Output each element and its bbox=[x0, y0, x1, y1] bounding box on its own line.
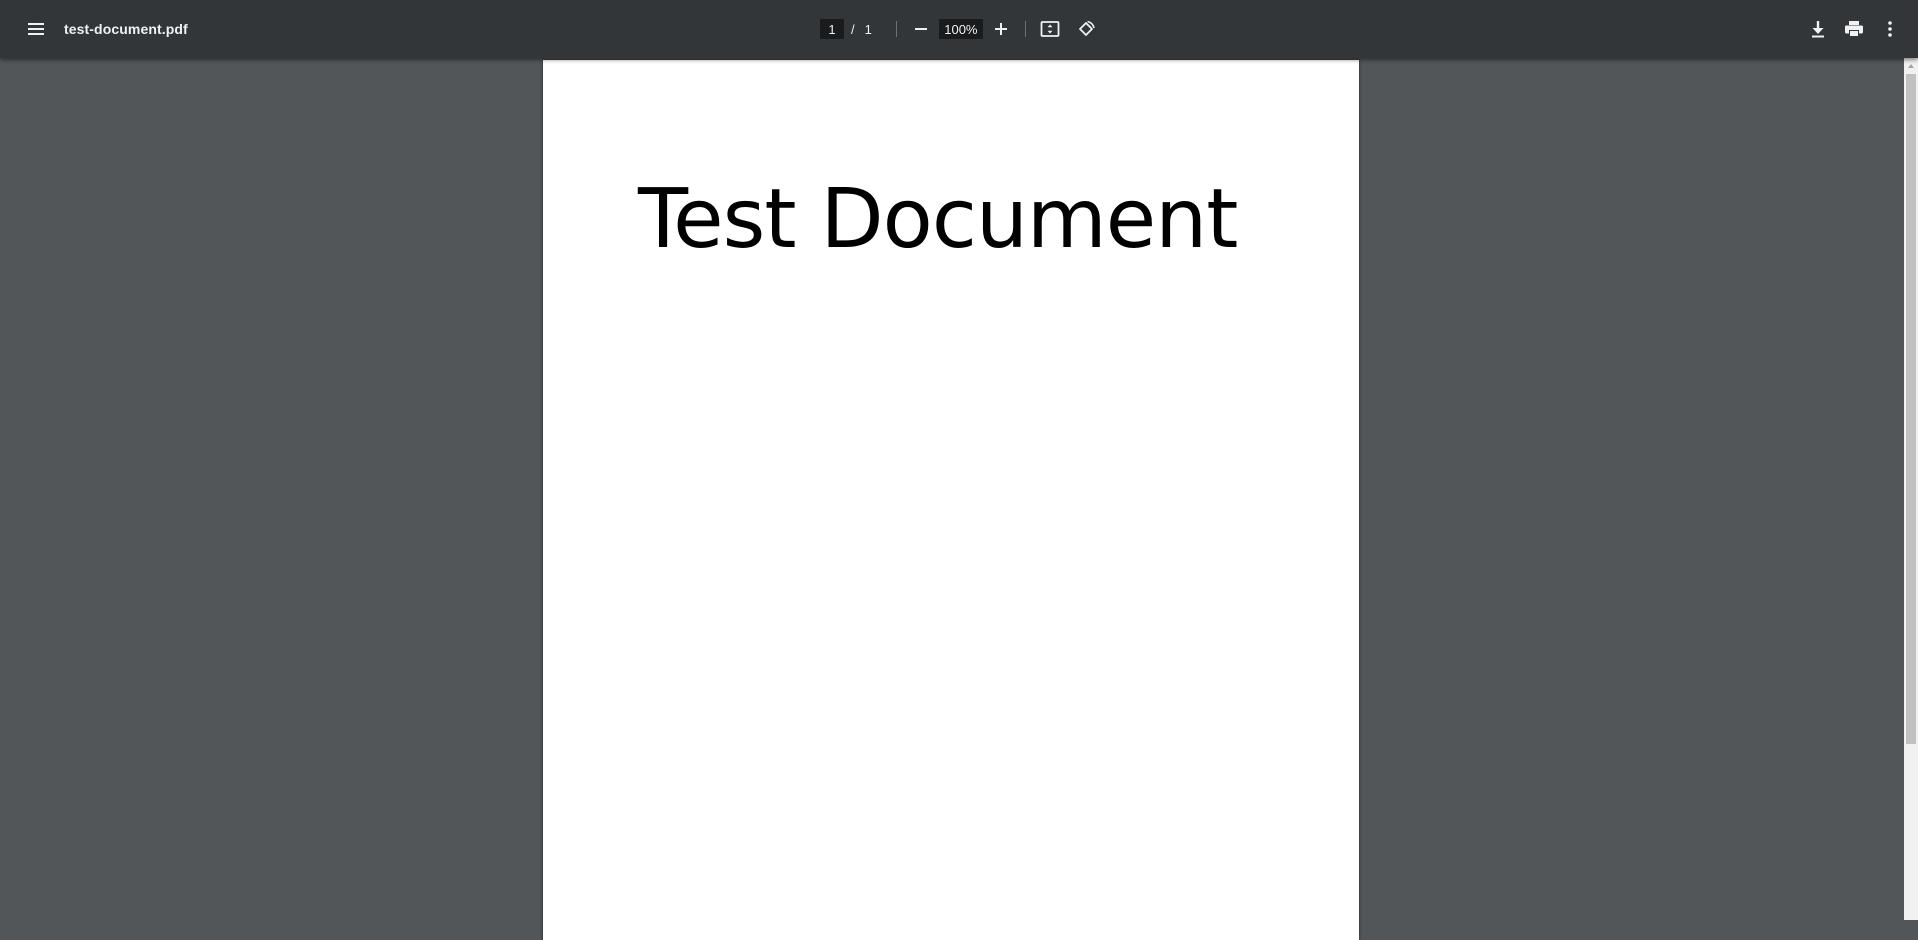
print-icon bbox=[1844, 20, 1864, 38]
fit-to-page-icon bbox=[1040, 20, 1060, 38]
scroll-up-arrow[interactable] bbox=[1904, 58, 1918, 72]
vertical-scrollbar[interactable] bbox=[1904, 58, 1918, 920]
page-separator: / bbox=[851, 21, 855, 37]
pdf-toolbar: test-document.pdf / 1 bbox=[0, 0, 1918, 58]
pdf-viewer-area[interactable]: Test Document bbox=[0, 58, 1904, 940]
minus-icon bbox=[914, 22, 928, 36]
page-total: 1 bbox=[864, 21, 872, 37]
toolbar-right-group bbox=[1800, 0, 1908, 58]
toolbar-left-group: test-document.pdf bbox=[18, 0, 188, 58]
print-button[interactable] bbox=[1836, 11, 1872, 47]
zoom-in-button[interactable] bbox=[983, 11, 1019, 47]
toolbar-divider bbox=[1024, 21, 1026, 37]
zoom-level-input[interactable] bbox=[938, 19, 983, 39]
pdf-page: Test Document bbox=[543, 60, 1359, 940]
download-icon bbox=[1810, 20, 1826, 38]
download-button[interactable] bbox=[1800, 11, 1836, 47]
page-number-input[interactable] bbox=[820, 19, 844, 39]
plus-icon bbox=[994, 22, 1008, 36]
fit-to-page-button[interactable] bbox=[1032, 11, 1068, 47]
rotate-counterclockwise-icon bbox=[1076, 19, 1096, 39]
toolbar-divider bbox=[895, 21, 897, 37]
rotate-button[interactable] bbox=[1068, 11, 1104, 47]
more-actions-button[interactable] bbox=[1872, 11, 1908, 47]
document-title: test-document.pdf bbox=[64, 21, 188, 37]
toolbar-center-group: / 1 bbox=[820, 0, 1104, 58]
document-heading: Test Document bbox=[638, 172, 1238, 267]
hamburger-menu-icon bbox=[27, 22, 45, 36]
zoom-out-button[interactable] bbox=[903, 11, 939, 47]
more-vertical-icon bbox=[1887, 20, 1893, 38]
menu-button[interactable] bbox=[18, 11, 54, 47]
scroll-up-icon bbox=[1907, 56, 1915, 74]
scroll-thumb[interactable] bbox=[1906, 74, 1916, 744]
